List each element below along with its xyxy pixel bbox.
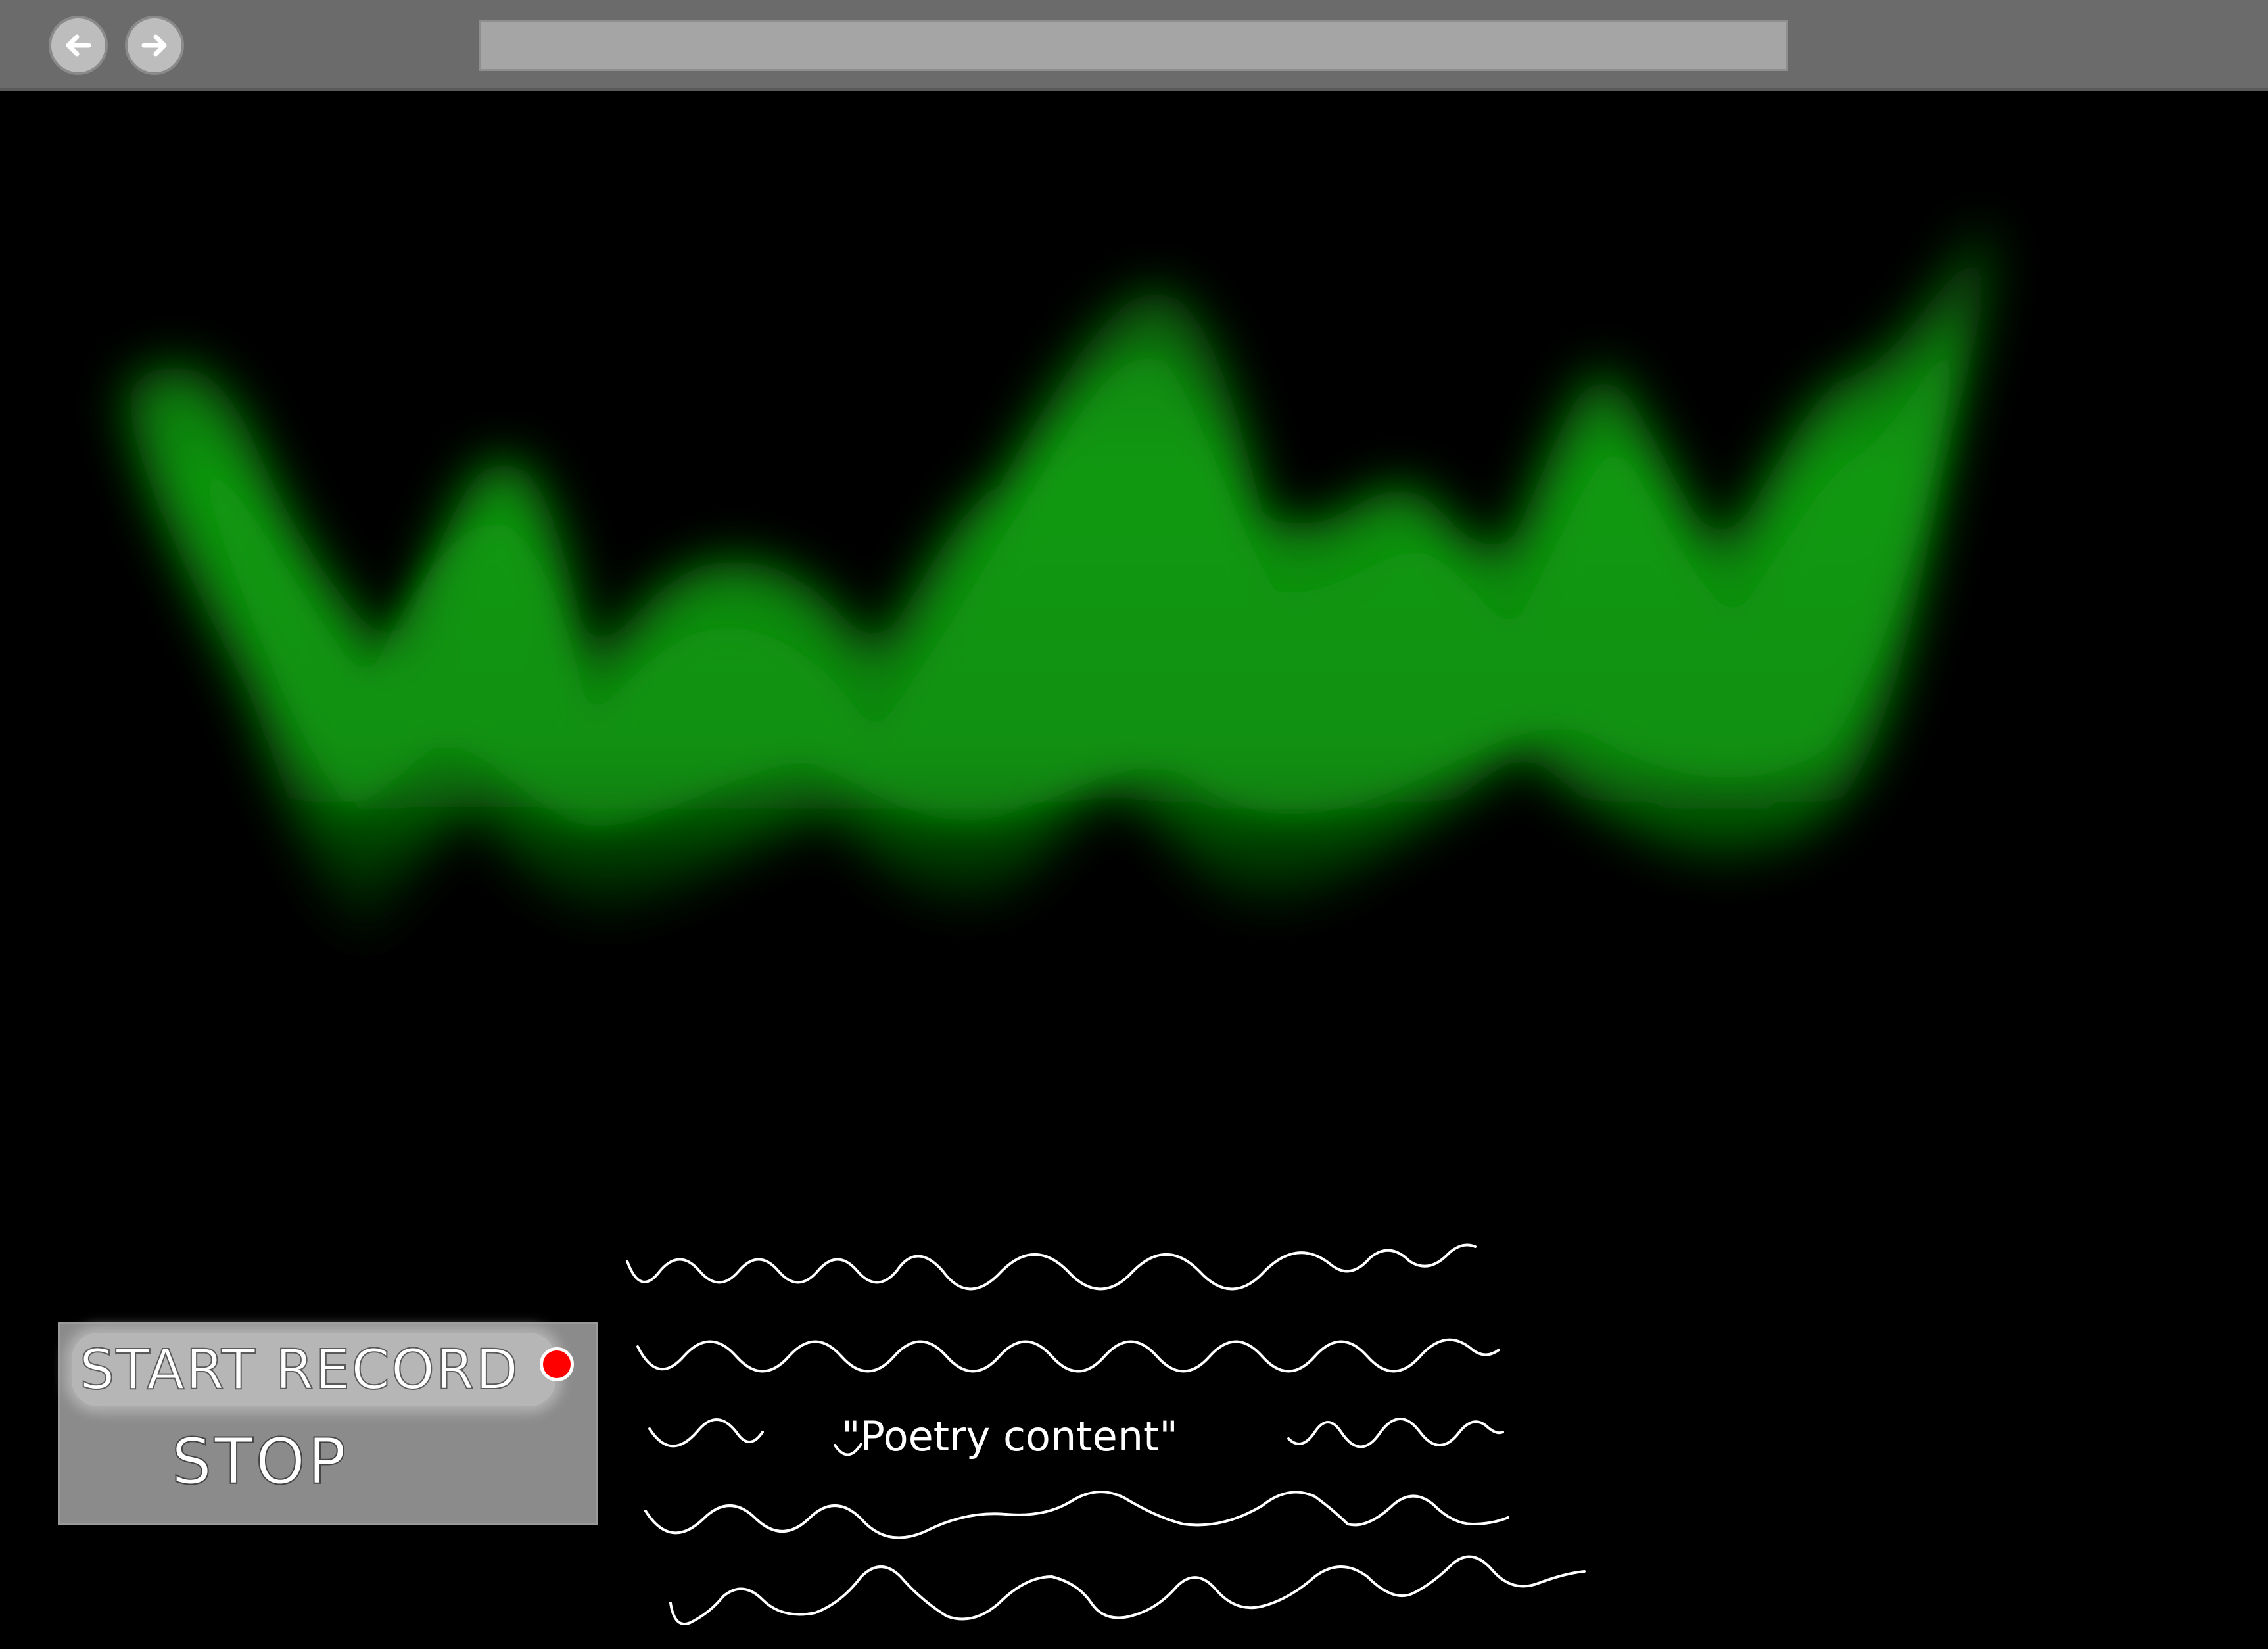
page-viewport: START RECORD STOP "Poetry content" [0,91,2268,1625]
stop-label: STOP [171,1424,349,1499]
squiggle-line [636,1338,1500,1373]
poetry-text-area: "Poetry content" [626,1243,1586,1625]
squiggle-line [626,1243,1477,1291]
record-control-panel: START RECORD STOP [58,1322,598,1525]
start-record-label: START RECORD [79,1337,520,1402]
squiggle-line [644,1491,1509,1539]
start-record-button[interactable]: START RECORD [72,1333,555,1406]
forward-button[interactable] [125,16,184,75]
squiggle-line [669,1555,1586,1625]
audio-waveform-visualization [125,222,1989,939]
record-indicator-icon [540,1347,574,1381]
stop-button[interactable]: STOP [171,1422,369,1501]
address-bar[interactable] [479,20,1788,71]
arrow-right-icon [141,34,167,57]
back-button[interactable] [49,16,108,75]
browser-toolbar [0,0,2268,91]
poetry-content-text: "Poetry content" [841,1412,1178,1460]
arrow-left-icon [66,34,91,57]
